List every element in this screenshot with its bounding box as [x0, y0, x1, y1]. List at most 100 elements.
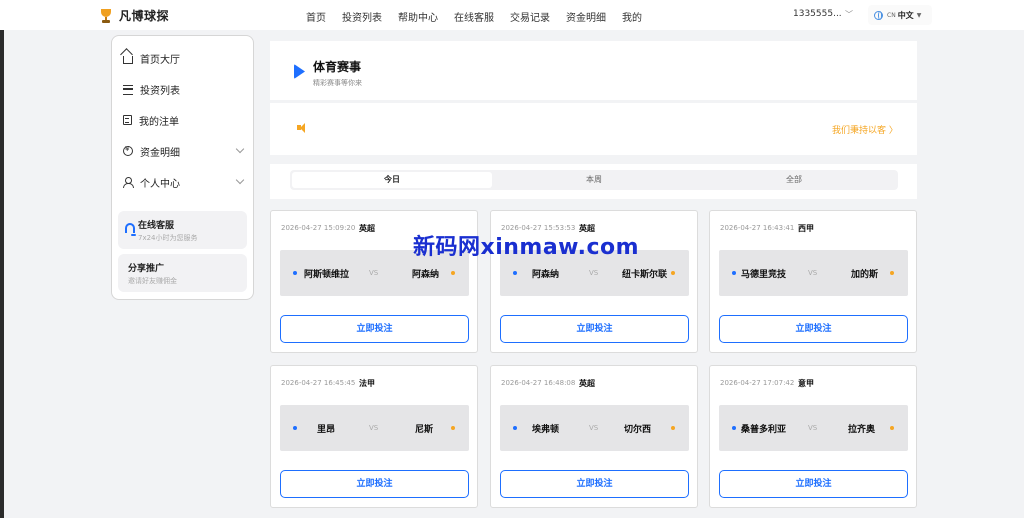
online-service-card[interactable]: 在线客服 7x24小时为您服务 — [118, 211, 247, 249]
away-team: 拉齐奥 — [847, 425, 875, 435]
logo-text: 凡博球探 — [119, 9, 170, 23]
home-team: 里昂 — [317, 425, 336, 435]
nav-online-service[interactable]: 在线客服 — [454, 9, 494, 24]
match-card: 2026-04-27 17:07:42 意甲 桑普多利亚 VS 拉齐奥 立即投注 — [709, 365, 917, 508]
sidebar-item-invest-list[interactable]: 投资列表 — [123, 81, 245, 97]
notice-link[interactable]: 我们秉持以客 〉 — [832, 123, 898, 136]
share-title: 分享推广 — [128, 264, 165, 274]
play-icon — [294, 64, 305, 79]
nav-funds[interactable]: 资金明细 — [566, 9, 606, 24]
vs-label: VS — [369, 269, 379, 277]
home-dot-icon — [513, 426, 517, 430]
vs-label: VS — [589, 269, 599, 277]
nav-home[interactable]: 首页 — [306, 9, 326, 24]
caret-down-icon: ▼ — [916, 11, 922, 19]
service-subtitle: 7x24小时为您服务 — [138, 234, 198, 242]
page-title: 体育赛事 — [313, 60, 362, 74]
chevron-down-icon — [235, 144, 245, 154]
chevron-down-icon[interactable]: ﹀ — [845, 9, 853, 20]
language-selector[interactable]: CN 中文 ▼ — [868, 5, 932, 25]
vs-label: VS — [808, 424, 818, 432]
period-tabs: 今日 本周 全部 — [290, 170, 898, 190]
match-card: 2026-04-27 16:45:45 法甲 里昂 VS 尼斯 立即投注 — [270, 365, 478, 508]
match-time: 2026-04-27 16:45:45 — [281, 379, 356, 387]
window-edge — [0, 0, 4, 518]
home-team: 马德里竞技 — [741, 270, 787, 280]
bet-now-button[interactable]: 立即投注 — [719, 315, 908, 343]
vs-label: VS — [589, 424, 599, 432]
home-dot-icon — [293, 271, 297, 275]
nav-transactions[interactable]: 交易记录 — [510, 9, 550, 24]
sidebar: 首页大厅 投资列表 我的注单 资金明细 个人中心 在线客服 7x24小时为您服务… — [111, 35, 254, 300]
user-phone[interactable]: 1335555... — [793, 9, 842, 19]
away-dot-icon — [671, 271, 675, 275]
sidebar-item-lobby[interactable]: 首页大厅 — [123, 50, 245, 66]
away-dot-icon — [890, 426, 894, 430]
notice-panel: 我们秉持以客 〉 — [270, 103, 917, 155]
nav-help-center[interactable]: 帮助中心 — [398, 9, 438, 24]
coin-icon — [123, 145, 133, 156]
match-league: 英超 — [359, 224, 375, 233]
vs-label: VS — [808, 269, 818, 277]
home-dot-icon — [513, 271, 517, 275]
tab-this-week[interactable]: 本周 — [494, 172, 694, 188]
match-time: 2026-04-27 17:07:42 — [720, 379, 795, 387]
tab-all[interactable]: 全部 — [694, 172, 894, 188]
match-card: 2026-04-27 16:48:08 英超 埃弗顿 VS 切尔西 立即投注 — [490, 365, 698, 508]
bet-now-button[interactable]: 立即投注 — [280, 315, 469, 343]
trophy-icon — [99, 8, 113, 23]
match-league: 英超 — [579, 379, 595, 388]
vs-label: VS — [369, 424, 379, 432]
match-time: 2026-04-27 16:48:08 — [501, 379, 576, 387]
page-title-panel: 体育赛事 精彩赛事等你来 — [270, 41, 917, 100]
home-team: 桑普多利亚 — [741, 425, 787, 435]
away-team: 纽卡斯尔联 — [621, 270, 667, 280]
language-code: CN — [887, 11, 896, 19]
language-name: 中文 — [897, 10, 914, 20]
home-team: 阿斯顿维拉 — [304, 270, 350, 280]
main-nav: 首页 投资列表 帮助中心 在线客服 交易记录 资金明细 我的 — [306, 9, 658, 24]
watermark: 新码网xinmaw.com — [413, 235, 640, 260]
bet-now-button[interactable]: 立即投注 — [500, 470, 689, 498]
period-tabs-panel: 今日 本周 全部 — [270, 164, 917, 199]
share-subtitle: 邀请好友赚佣金 — [128, 277, 177, 285]
user-icon — [123, 177, 134, 188]
home-dot-icon — [732, 426, 736, 430]
sidebar-item-label: 我的注单 — [139, 116, 179, 128]
match-time: 2026-04-27 15:09:20 — [281, 224, 356, 232]
bet-now-button[interactable]: 立即投注 — [280, 470, 469, 498]
nav-invest-list[interactable]: 投资列表 — [342, 9, 382, 24]
match-league: 意甲 — [798, 379, 814, 388]
headset-icon — [125, 223, 136, 236]
away-dot-icon — [671, 426, 675, 430]
match-teams: 里昂 VS 尼斯 — [280, 405, 469, 451]
away-team: 加的斯 — [850, 270, 878, 280]
nav-mine[interactable]: 我的 — [622, 9, 642, 24]
match-league: 西甲 — [798, 224, 814, 233]
tab-today[interactable]: 今日 — [292, 172, 492, 188]
match-teams: 马德里竞技 VS 加的斯 — [719, 250, 908, 296]
home-dot-icon — [732, 271, 736, 275]
sidebar-item-my-bets[interactable]: 我的注单 — [123, 112, 245, 128]
service-title: 在线客服 — [138, 221, 175, 231]
sidebar-item-label: 资金明细 — [140, 147, 180, 159]
away-dot-icon — [451, 426, 455, 430]
away-team: 阿森纳 — [411, 270, 439, 280]
sidebar-item-profile[interactable]: 个人中心 — [123, 174, 245, 190]
match-teams: 埃弗顿 VS 切尔西 — [500, 405, 689, 451]
home-team: 埃弗顿 — [532, 425, 560, 435]
bet-now-button[interactable]: 立即投注 — [719, 470, 908, 498]
away-dot-icon — [890, 271, 894, 275]
share-promo-card[interactable]: 分享推广 邀请好友赚佣金 — [118, 254, 247, 292]
speaker-icon — [297, 123, 307, 133]
away-team: 切尔西 — [623, 425, 651, 435]
sidebar-item-label: 投资列表 — [140, 85, 180, 97]
away-team: 尼斯 — [414, 425, 433, 435]
globe-icon — [874, 10, 883, 20]
logo[interactable]: 凡博球探 — [99, 7, 169, 24]
away-dot-icon — [451, 271, 455, 275]
bet-now-button[interactable]: 立即投注 — [500, 315, 689, 343]
match-time: 2026-04-27 16:43:41 — [720, 224, 795, 232]
sidebar-item-funds[interactable]: 资金明细 — [123, 143, 245, 159]
list-icon — [123, 84, 133, 95]
